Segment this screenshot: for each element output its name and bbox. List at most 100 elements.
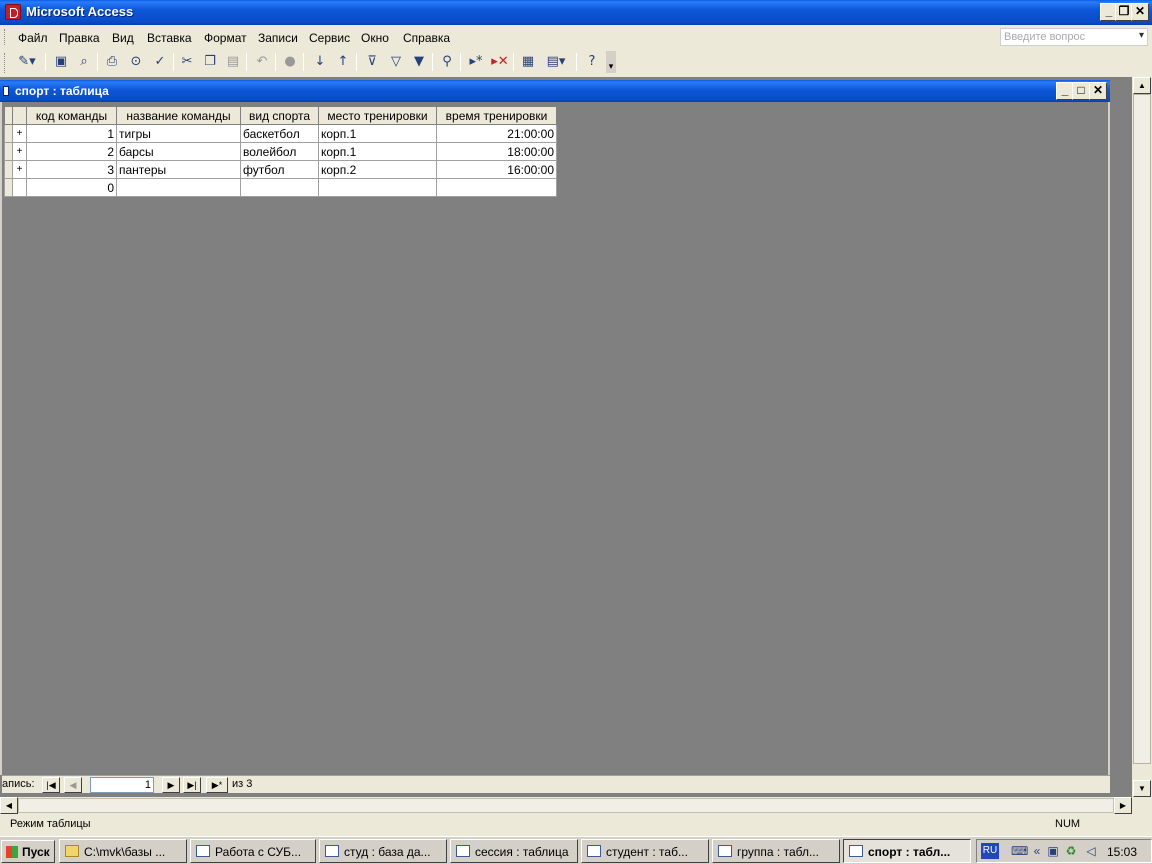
column-header-name[interactable]: название команды (116, 106, 241, 125)
taskbar-item[interactable]: группа : табл... (712, 839, 840, 863)
horizontal-scrollbar[interactable]: ◀ ▶ (0, 797, 1132, 814)
sort-descending-icon[interactable]: ↑ (333, 52, 353, 72)
scroll-right-icon[interactable]: ▶ (1114, 797, 1132, 814)
menu-records[interactable]: Записи (258, 31, 298, 45)
row-selector[interactable] (4, 124, 13, 143)
taskbar-item[interactable]: C:\mvk\базы ... (59, 839, 187, 863)
column-header-sport[interactable]: вид спорта (240, 106, 319, 125)
toolbar-grip[interactable] (4, 53, 7, 73)
child-maximize-button[interactable]: □ (1072, 82, 1090, 100)
taskbar-item-active[interactable]: спорт : табл... (843, 839, 971, 863)
find-icon[interactable]: ⚲ (437, 52, 457, 72)
cell-id[interactable]: 2 (26, 142, 117, 161)
apply-filter-icon[interactable]: ▼ (409, 52, 429, 72)
menu-insert[interactable]: Вставка (147, 31, 192, 45)
column-header-time[interactable]: время тренировки (436, 106, 557, 125)
row-selector[interactable] (4, 178, 13, 197)
row-selector[interactable] (4, 160, 13, 179)
cell-time[interactable] (436, 178, 557, 197)
cell-place[interactable]: корп.2 (318, 160, 437, 179)
horizontal-scroll-track[interactable] (18, 798, 1114, 813)
table-window-title-bar[interactable]: спорт : таблица _ □ ✕ (0, 80, 1110, 102)
first-record-button[interactable]: |◀ (42, 777, 60, 793)
select-all-box[interactable] (4, 106, 13, 125)
new-record-nav-button[interactable]: ▶* (206, 777, 228, 793)
menu-format[interactable]: Формат (204, 31, 247, 45)
database-window-icon[interactable]: ▦ (518, 52, 538, 72)
menu-edit[interactable]: Правка (59, 31, 100, 45)
taskbar-item[interactable]: студент : таб... (581, 839, 709, 863)
spelling-icon[interactable]: ✓ (150, 52, 170, 72)
filter-by-selection-icon[interactable]: ⊽ (362, 52, 382, 72)
cell-sport[interactable]: волейбол (240, 142, 319, 161)
save-icon[interactable]: ▣ (51, 52, 71, 72)
menu-window[interactable]: Окно (361, 31, 389, 45)
scroll-left-icon[interactable]: ◀ (0, 797, 18, 814)
hyperlink-icon[interactable]: ● (280, 52, 300, 72)
cell-name[interactable]: тигры (116, 124, 241, 143)
tray-expand-icon[interactable]: « (1029, 843, 1045, 859)
taskbar-item[interactable]: студ : база да... (319, 839, 447, 863)
start-button[interactable]: Пуск (1, 840, 55, 863)
menu-tools[interactable]: Сервис (309, 31, 350, 45)
print-icon[interactable]: ⎙ (102, 52, 122, 72)
cell-sport[interactable]: футбол (240, 160, 319, 179)
paste-icon[interactable]: ▤ (223, 52, 243, 72)
clock[interactable]: 15:03 (1107, 845, 1137, 859)
cell-name[interactable]: барсы (116, 142, 241, 161)
expand-icon[interactable]: + (12, 160, 27, 179)
vertical-scrollbar[interactable]: ▲ ▼ (1132, 77, 1152, 797)
table-row[interactable]: + 1 тигры баскетбол корп.1 21:00:00 (4, 124, 557, 143)
cell-time[interactable]: 18:00:00 (436, 142, 557, 161)
cell-place[interactable]: корп.1 (318, 124, 437, 143)
cell-name[interactable]: пантеры (116, 160, 241, 179)
close-button[interactable]: ✕ (1131, 3, 1149, 21)
table-row[interactable]: + 2 барсы волейбол корп.1 18:00:00 (4, 142, 557, 161)
cell-time[interactable]: 16:00:00 (436, 160, 557, 179)
next-record-button[interactable]: ▶ (162, 777, 180, 793)
sort-ascending-icon[interactable]: ↓ (310, 52, 330, 72)
table-icon[interactable] (3, 86, 9, 96)
print-preview-icon[interactable]: ⊙ (126, 52, 146, 72)
expand-icon[interactable]: + (12, 124, 27, 143)
safely-remove-icon[interactable]: ♻ (1063, 843, 1079, 859)
cell-place[interactable] (318, 178, 437, 197)
menu-file[interactable]: Файл (18, 31, 48, 45)
keyboard-icon[interactable]: ⌨ (1011, 843, 1028, 859)
new-object-icon[interactable]: ▤▾ (541, 52, 571, 72)
cut-icon[interactable]: ✂ (177, 52, 197, 72)
cell-place[interactable]: корп.1 (318, 142, 437, 161)
undo-icon[interactable]: ↶ (252, 52, 272, 72)
access-app-icon[interactable] (5, 4, 21, 20)
vertical-scroll-track[interactable] (1133, 94, 1151, 764)
menu-view[interactable]: Вид (112, 31, 134, 45)
new-record-icon[interactable]: ▸* (466, 52, 486, 72)
column-header-place[interactable]: место тренировки (318, 106, 437, 125)
scroll-up-icon[interactable]: ▲ (1133, 77, 1151, 94)
volume-icon[interactable]: ◁ (1083, 843, 1099, 859)
scroll-down-icon[interactable]: ▼ (1133, 780, 1151, 797)
previous-record-button[interactable]: ◀ (64, 777, 82, 793)
taskbar-item[interactable]: сессия : таблица (450, 839, 578, 863)
column-header-id[interactable]: код команды (26, 106, 117, 125)
language-indicator[interactable]: RU (981, 843, 999, 859)
row-selector[interactable] (4, 142, 13, 161)
view-design-icon[interactable]: ✎▾ (12, 52, 42, 72)
network-icon[interactable]: ▣ (1045, 843, 1061, 859)
help-icon[interactable]: ? (582, 52, 602, 72)
help-question-box[interactable]: Введите вопрос (1000, 28, 1148, 46)
menu-help[interactable]: Справка (403, 31, 450, 45)
child-close-button[interactable]: ✕ (1089, 82, 1107, 100)
expand-icon[interactable]: + (12, 142, 27, 161)
toolbar-options-chevron-icon[interactable]: ▾ (606, 51, 616, 73)
new-record-row[interactable]: 0 (4, 178, 557, 197)
cell-name[interactable] (116, 178, 241, 197)
cell-time[interactable]: 21:00:00 (436, 124, 557, 143)
cell-sport[interactable] (240, 178, 319, 197)
cell-sport[interactable]: баскетбол (240, 124, 319, 143)
filter-by-form-icon[interactable]: ▽ (386, 52, 406, 72)
cell-id[interactable]: 1 (26, 124, 117, 143)
menu-grip[interactable] (4, 29, 7, 45)
cell-id[interactable]: 3 (26, 160, 117, 179)
last-record-button[interactable]: ▶| (183, 777, 201, 793)
